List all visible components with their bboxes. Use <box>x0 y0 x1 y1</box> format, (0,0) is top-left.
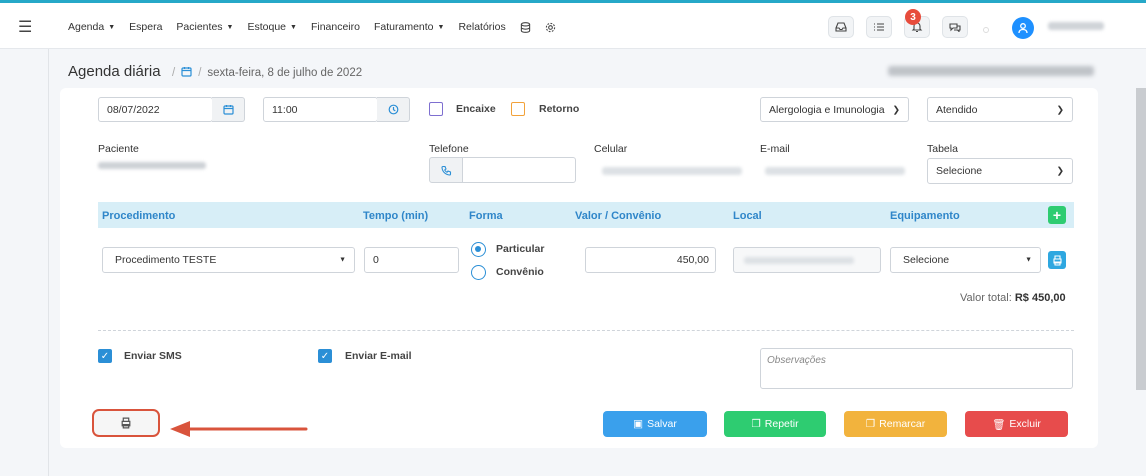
status-select[interactable]: Atendido ❯ <box>927 97 1073 122</box>
retorno-label: Retorno <box>539 103 580 115</box>
notification-count-badge: 3 <box>905 9 921 25</box>
th-procedimento: Procedimento <box>102 210 176 222</box>
caret-down-icon: ▼ <box>1025 256 1032 264</box>
tabela-select[interactable]: Selecione ❯ <box>927 158 1073 184</box>
user-name-blurred <box>1048 22 1104 30</box>
calendar-icon[interactable] <box>181 66 192 80</box>
breadcrumb-separator: / <box>198 67 202 79</box>
phone-icon <box>429 157 463 183</box>
celular-value-blurred <box>602 167 742 175</box>
print-button[interactable] <box>92 409 160 437</box>
menu-item-espera[interactable]: Espera <box>129 21 162 33</box>
copy-icon: ❐ <box>751 418 761 430</box>
th-local: Local <box>733 210 762 222</box>
database-icon[interactable] <box>520 21 531 33</box>
chevron-down-icon: ❯ <box>1056 165 1064 176</box>
particular-label: Particular <box>496 243 545 255</box>
specialty-select[interactable]: Alergologia e Imunologia ❯ <box>760 97 909 122</box>
enviar-email-label: Enviar E-mail <box>345 350 412 362</box>
local-value-blurred <box>744 257 854 264</box>
chat-icon[interactable] <box>942 16 968 38</box>
caret-down-icon: ▼ <box>339 256 346 264</box>
paciente-label: Paciente <box>98 143 139 155</box>
breadcrumb-date: sexta-feira, 8 de julho de 2022 <box>207 67 363 79</box>
telefone-label: Telefone <box>429 143 469 155</box>
th-forma: Forma <box>469 210 503 222</box>
local-select[interactable] <box>733 247 881 273</box>
main-menu: Agenda ▼ Espera Pacientes ▼ Estoque ▼ Finan… <box>68 21 570 33</box>
celular-label: Celular <box>594 143 628 155</box>
caret-down-icon: ▼ <box>290 23 297 31</box>
telefone-input[interactable] <box>462 157 576 183</box>
repetir-button[interactable]: ❐ Repetir <box>724 411 826 437</box>
menu-item-relatorios[interactable]: Relatórios <box>458 21 505 33</box>
procedimento-select[interactable]: Procedimento TESTE ▼ <box>102 247 355 273</box>
particular-radio[interactable] <box>471 242 486 257</box>
caret-down-icon: ▼ <box>226 23 234 31</box>
caret-down-icon: ▼ <box>437 23 445 31</box>
enviar-sms-checkbox[interactable]: ✓ <box>98 349 112 363</box>
valor-total: Valor total: R$ 450,00 <box>960 292 1066 304</box>
menu-item-pacientes[interactable]: Pacientes ▼ <box>176 21 233 33</box>
clock-icon[interactable] <box>377 97 410 122</box>
inbox-icon[interactable] <box>828 16 854 38</box>
valor-input[interactable]: 450,00 <box>585 247 716 273</box>
convenio-radio[interactable] <box>471 265 486 280</box>
copy-icon: ❐ <box>865 418 876 430</box>
printer-icon <box>121 417 131 429</box>
unit-user-blurred <box>888 66 1094 76</box>
salvar-button[interactable]: ▣ Salvar <box>603 411 707 437</box>
hamburger-menu-icon[interactable]: ☰ <box>18 17 32 37</box>
trash-icon: 🗑 <box>992 418 1006 431</box>
page-scrollbar[interactable] <box>1136 88 1146 390</box>
th-equipamento: Equipamento <box>890 210 960 222</box>
date-input[interactable]: 08/07/2022 <box>98 97 213 122</box>
menu-item-financeiro[interactable]: Financeiro <box>311 21 360 33</box>
calendar-icon[interactable] <box>212 97 245 122</box>
print-procedure-icon[interactable] <box>1048 251 1066 269</box>
caret-down-icon: ▼ <box>108 23 116 31</box>
email-value-blurred <box>765 167 905 175</box>
enviar-email-checkbox[interactable]: ✓ <box>318 349 332 363</box>
th-valor: Valor / Convênio <box>575 210 662 222</box>
chevron-down-icon: ❯ <box>1056 104 1064 114</box>
time-input[interactable]: 11:00 <box>263 97 378 122</box>
breadcrumb-separator: / <box>172 67 176 79</box>
th-tempo: Tempo (min) <box>363 210 429 222</box>
convenio-label: Convênio <box>496 266 544 278</box>
checklist-icon[interactable] <box>866 16 892 38</box>
encaixe-checkbox[interactable] <box>429 102 443 116</box>
sidebar-divider <box>48 49 49 476</box>
save-icon: ▣ <box>633 418 644 430</box>
encaixe-label: Encaixe <box>456 103 496 115</box>
top-navbar: ☰ Agenda ▼ Espera Pacientes ▼ Estoque ▼ Fin… <box>0 3 1146 49</box>
menu-item-agenda[interactable]: Agenda ▼ <box>68 21 115 33</box>
add-procedure-plus-icon[interactable]: + <box>1048 206 1066 224</box>
retorno-checkbox[interactable] <box>511 102 525 116</box>
red-arrow-annotation <box>170 421 308 437</box>
enviar-sms-label: Enviar SMS <box>124 350 182 362</box>
equipamento-select[interactable]: Selecione ▼ <box>890 247 1041 273</box>
menu-item-estoque[interactable]: Estoque ▼ <box>247 21 296 33</box>
status-dot <box>983 27 989 33</box>
email-label: E-mail <box>760 143 790 155</box>
observacoes-textarea[interactable]: Observações <box>760 348 1073 389</box>
tempo-input[interactable]: 0 <box>364 247 459 273</box>
settings-gear-icon[interactable] <box>545 21 556 33</box>
patient-name-blurred <box>98 162 206 169</box>
section-divider <box>98 330 1074 331</box>
breadcrumb: / / sexta-feira, 8 de julho de 2022 <box>172 66 362 80</box>
menu-item-faturamento[interactable]: Faturamento ▼ <box>374 21 444 33</box>
user-avatar-icon[interactable] <box>1012 17 1034 39</box>
chevron-down-icon: ❯ <box>892 104 900 114</box>
excluir-button[interactable]: 🗑 Excluir <box>965 411 1068 437</box>
page-title: Agenda diária <box>68 63 161 80</box>
remarcar-button[interactable]: ❐ Remarcar <box>844 411 947 437</box>
tabela-label: Tabela <box>927 143 958 155</box>
